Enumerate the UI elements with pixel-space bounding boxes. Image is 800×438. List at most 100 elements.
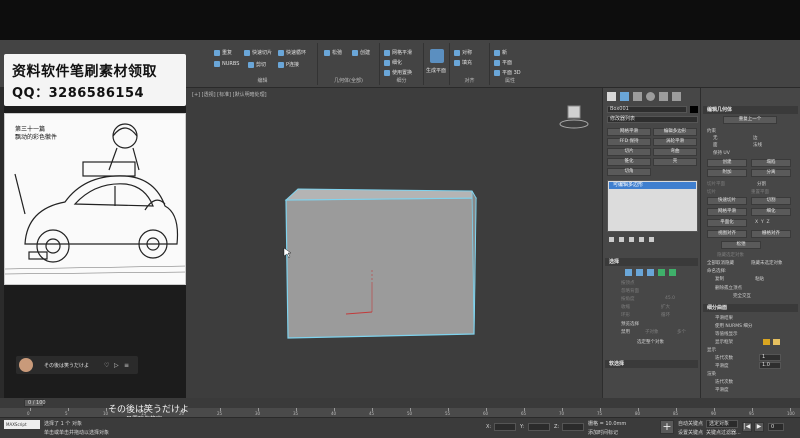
new-button[interactable]: 新 [494, 49, 507, 56]
by-angle-checkbox[interactable]: 按角度 [621, 296, 635, 302]
box-top-face[interactable] [284, 188, 477, 201]
planar-button[interactable]: 平面 [494, 59, 512, 66]
constraint-none-radio[interactable]: 无 [713, 135, 718, 141]
repeat-button[interactable]: 重复 [214, 49, 232, 56]
slice-button[interactable]: 切片 [707, 189, 716, 195]
show-cage-checkbox[interactable]: 显示框架 [715, 339, 733, 345]
modifier-button-slice[interactable]: 切片 [607, 148, 651, 156]
use-nurms-checkbox[interactable]: 使用 NURMS 细分 [715, 323, 752, 329]
key-filters-button[interactable]: 关键点过滤器... [706, 429, 741, 436]
preserve-uv-checkbox[interactable]: 保持 UV [713, 150, 730, 156]
isoline-display-checkbox[interactable]: 等值线显示 [715, 331, 738, 337]
create-tab-icon[interactable] [607, 92, 616, 101]
box-front-face[interactable] [285, 197, 477, 339]
angle-value[interactable]: 45.0 [665, 296, 675, 301]
key-mode-dropdown[interactable]: 选定对象 [706, 420, 738, 428]
modifier-stack-list[interactable]: 可编辑多边形 [607, 180, 698, 232]
subdivision-rollout-header[interactable]: 细分曲面 [703, 304, 798, 312]
use-displacement-button[interactable]: 使用置换 [384, 69, 412, 76]
display-tab-icon[interactable] [659, 92, 668, 101]
play-icon[interactable]: ▷ [114, 362, 119, 369]
preview-multi-radio[interactable]: 多个 [677, 329, 686, 335]
render-iterations-checkbox[interactable]: 迭代次数 [715, 379, 733, 385]
border-icon[interactable] [646, 269, 654, 276]
constraint-normal-radio[interactable]: 法线 [753, 142, 762, 148]
xyz-buttons[interactable]: X Y Z [755, 220, 770, 225]
quickslice-button[interactable]: 快速切片 [244, 49, 272, 56]
hide-unselected-button[interactable]: 隐藏未选定对象 [751, 260, 783, 266]
meshsmooth-button[interactable]: 网格平滑 [384, 49, 412, 56]
relax-button[interactable]: 松弛 [324, 49, 342, 56]
planar-3d-button[interactable]: 平面 3D [494, 69, 521, 76]
loop-button[interactable]: 循环 [661, 312, 670, 318]
object-color-swatch[interactable] [690, 106, 698, 113]
stack-item-editable-poly[interactable]: 可编辑多边形 [609, 182, 696, 189]
set-key-plus-icon[interactable]: + [660, 420, 674, 434]
heart-icon[interactable]: ♡ [104, 362, 109, 369]
go-to-start-icon[interactable]: |◀ [742, 422, 752, 432]
viewcube-icon[interactable] [558, 102, 592, 132]
shrink-button[interactable]: 收缩 [621, 304, 630, 310]
tessellate-button[interactable]: 细化 [384, 59, 402, 66]
full-interactivity-checkbox[interactable]: 完全交互 [733, 293, 751, 299]
current-frame-field[interactable]: 0 [768, 423, 784, 431]
constraint-face-radio[interactable]: 面 [713, 142, 718, 148]
cage-selection-color-swatch[interactable] [773, 339, 780, 345]
tessellate-panel-button[interactable]: 细化 [751, 208, 791, 216]
vertex-icon[interactable] [625, 269, 632, 276]
object-name-field[interactable]: Box001 [607, 106, 687, 113]
hide-selected-button[interactable]: 隐藏选定对象 [717, 252, 744, 258]
reset-plane-button[interactable]: 重置平面 [751, 189, 769, 195]
selection-rollout-header[interactable]: 选择 [605, 258, 698, 266]
menu-icon[interactable]: ≡ [124, 362, 129, 369]
fill-button[interactable]: 填充 [454, 59, 472, 66]
play-animation-icon[interactable]: ▶ [754, 422, 764, 432]
soft-selection-rollout-header[interactable]: 软选择 [605, 360, 698, 368]
modifier-button-ffd[interactable]: FFD 保持 [607, 138, 651, 146]
maxscript-listener[interactable]: MAXScript [4, 420, 40, 429]
x-coordinate-field[interactable] [494, 423, 516, 431]
polygon-icon[interactable] [657, 269, 665, 276]
smooth-result-checkbox[interactable]: 平滑结果 [715, 315, 733, 321]
create-button[interactable]: 创建 [352, 49, 370, 56]
configure-sets-icon[interactable] [649, 237, 654, 242]
pin-stack-icon[interactable] [609, 237, 614, 242]
generate-topology-icon[interactable] [430, 49, 444, 63]
autokey-button[interactable]: 自动关键点 [678, 420, 703, 427]
set-key-button[interactable]: 设置关键点 [678, 429, 703, 436]
meshsmooth-panel-button[interactable]: 网格平滑 [707, 208, 747, 216]
preview-off-radio[interactable]: 禁用 [621, 329, 630, 335]
perspective-viewport[interactable]: [+] [透视] [标准] [默认明暗处理] [186, 88, 602, 398]
paste-button[interactable]: 粘贴 [755, 276, 764, 282]
cage-color-swatch[interactable] [763, 339, 770, 345]
iterations-spinner[interactable]: 1 [759, 354, 781, 361]
grow-button[interactable]: 扩大 [661, 304, 670, 310]
detach-button[interactable]: 分离 [751, 169, 791, 177]
split-checkbox[interactable]: 分割 [757, 181, 766, 187]
box-object[interactable] [186, 88, 602, 398]
create-button[interactable]: 创建 [707, 159, 747, 167]
modifier-button-shell[interactable]: 壳 [653, 158, 697, 166]
modifier-button-taper[interactable]: 锥化 [607, 158, 651, 166]
repeat-last-button[interactable]: 重复上一个 [723, 116, 777, 124]
view-align-button[interactable]: 视图对齐 [707, 230, 747, 238]
cut-panel-button[interactable]: 切割 [751, 197, 791, 205]
cut-button[interactable]: 剪切 [248, 61, 266, 68]
edge-icon[interactable] [635, 269, 643, 276]
z-coordinate-field[interactable] [562, 423, 584, 431]
modify-tab-icon[interactable] [620, 92, 629, 101]
quickloop-button[interactable]: 快速循环 [278, 49, 306, 56]
nurms-button[interactable]: NURBS [214, 61, 239, 67]
modifier-list-dropdown[interactable]: 修改器列表 [607, 116, 698, 123]
modifier-button-editpoly[interactable]: 编辑多边形 [653, 128, 697, 136]
music-player-widget[interactable]: その後は笑うだけよ ♡ ▷ ≡ [16, 356, 138, 374]
motion-tab-icon[interactable] [646, 92, 655, 101]
hierarchy-tab-icon[interactable] [633, 92, 642, 101]
constraint-edge-radio[interactable]: 边 [753, 135, 758, 141]
render-smoothness-checkbox[interactable]: 平滑度 [715, 387, 729, 393]
symmetry-button[interactable]: 对称 [454, 49, 472, 56]
show-end-result-icon[interactable] [619, 237, 624, 242]
modifier-button-meshsmooth[interactable]: 网格平滑 [607, 128, 651, 136]
relax-panel-button[interactable]: 松弛 [721, 241, 761, 249]
element-icon[interactable] [668, 269, 676, 276]
